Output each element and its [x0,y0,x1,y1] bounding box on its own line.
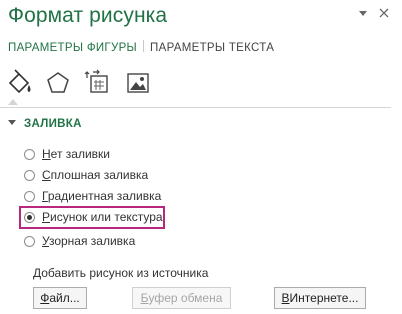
clipboard-button[interactable]: Буфер обмена [132,287,231,309]
radio-button[interactable] [24,190,35,202]
effects-pentagon-icon[interactable] [42,67,74,99]
option-label: Сплошная заливка [42,168,149,182]
fill-section-header[interactable]: ЗАЛИВКА [8,118,82,130]
divider [0,107,391,108]
fill-line-icon[interactable] [3,67,37,101]
category-icon-row [0,63,402,107]
option-pattern-fill[interactable]: Узорная заливка [24,231,135,251]
radio-button[interactable] [24,148,35,160]
selected-indicator [8,99,18,105]
picture-icon[interactable] [122,67,154,99]
tab-bar: ПАРАМЕТРЫ ФИГУРЫ ПАРАМЕТРЫ ТЕКСТА [8,40,280,54]
close-icon[interactable] [378,6,390,23]
size-properties-icon[interactable] [82,67,114,99]
option-no-fill[interactable]: Нет заливки [24,144,110,164]
file-button[interactable]: Файл... [33,287,87,309]
tab-separator [143,40,145,52]
radio-button[interactable] [24,169,35,181]
highlight-box [19,206,165,229]
pane-title: Формат рисунка [8,4,168,27]
tab-shape-options[interactable]: ПАРАМЕТРЫ ФИГУРЫ [8,42,143,54]
option-gradient-fill[interactable]: Градиентная заливка [24,186,161,206]
option-solid-fill[interactable]: Сплошная заливка [24,165,148,185]
radio-button[interactable] [24,235,35,247]
tab-text-options[interactable]: ПАРАМЕТРЫ ТЕКСТА [150,42,280,54]
option-label: Градиентная заливка [42,189,162,203]
collapse-triangle-icon [8,120,16,125]
online-button[interactable]: В Интернете... [274,287,366,309]
source-label: Добавить рисунок из источника [33,266,209,280]
fill-section-title: ЗАЛИВКА [24,118,82,130]
chevron-down-icon[interactable] [358,6,368,23]
option-label: Нет заливки [42,147,110,161]
option-label: Узорная заливка [42,234,136,248]
